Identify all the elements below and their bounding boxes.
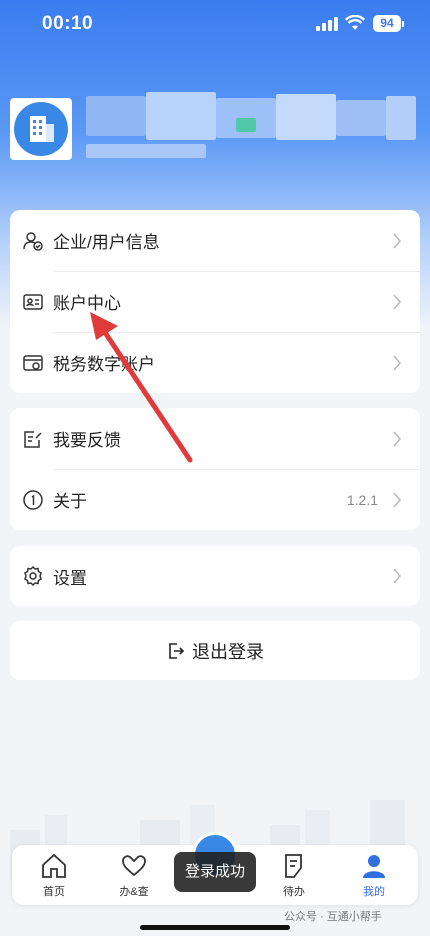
menu-item-account-center[interactable]: 账户中心 xyxy=(10,271,420,332)
tab-home[interactable]: 首页 xyxy=(24,851,84,899)
chevron-right-icon xyxy=(393,568,402,584)
support-menu-card: 我要反馈 关于 1.2.1 xyxy=(10,408,420,530)
company-avatar[interactable] xyxy=(10,98,72,160)
id-card-icon xyxy=(22,291,44,313)
info-icon xyxy=(22,489,44,511)
logout-icon xyxy=(169,642,185,659)
tab-todo[interactable]: 待办 xyxy=(264,851,324,899)
toast-message: 登录成功 xyxy=(174,852,256,892)
annotation-arrow xyxy=(90,312,193,463)
tab-label: 待办 xyxy=(283,886,305,898)
wifi-icon xyxy=(345,15,365,30)
user-check-icon xyxy=(22,230,44,252)
chevron-right-icon xyxy=(393,293,402,310)
logout-button[interactable]: 退出登录 xyxy=(10,621,420,680)
menu-item-label: 设置 xyxy=(53,568,87,588)
menu-item-user-info[interactable]: 企业/用户信息 xyxy=(10,210,420,271)
menu-item-settings[interactable]: 设置 xyxy=(10,546,420,606)
tab-label: 我的 xyxy=(363,886,385,898)
building-icon xyxy=(14,102,68,156)
blurred-company-name xyxy=(86,92,416,164)
feedback-edit-icon xyxy=(22,428,44,450)
chevron-right-icon xyxy=(393,232,402,249)
watermark: 公众号 · 互通小帮手 xyxy=(284,911,382,923)
heart-hands-icon xyxy=(122,855,146,877)
chevron-right-icon xyxy=(393,491,402,508)
tab-label: 办&查 xyxy=(119,886,149,898)
menu-item-tax-account[interactable]: 税务数字账户 xyxy=(10,332,420,393)
tab-label: 首页 xyxy=(43,886,65,898)
chevron-right-icon xyxy=(393,354,402,371)
app-version: 1.2.1 xyxy=(346,491,378,508)
battery-nub xyxy=(402,21,404,27)
account-menu-card: 企业/用户信息 账户中心 税务数字账户 xyxy=(10,210,420,393)
menu-item-label: 企业/用户信息 xyxy=(53,233,160,252)
tab-handle-query[interactable]: 办&查 xyxy=(104,851,164,899)
todo-list-icon xyxy=(285,854,302,878)
tab-mine[interactable]: 我的 xyxy=(344,851,404,899)
settings-menu-card: 设置 xyxy=(10,546,420,606)
home-icon xyxy=(42,853,66,878)
battery-indicator: 94 xyxy=(373,15,401,32)
menu-item-about[interactable]: 关于 1.2.1 xyxy=(10,469,420,530)
home-indicator[interactable] xyxy=(140,925,290,930)
tax-account-icon xyxy=(22,352,44,374)
menu-item-feedback[interactable]: 我要反馈 xyxy=(10,408,420,469)
status-bar: 00:10 94 xyxy=(0,0,430,50)
chevron-right-icon xyxy=(393,430,402,447)
menu-item-label: 关于 xyxy=(53,492,87,511)
gear-icon xyxy=(22,565,44,587)
cellular-signal-icon xyxy=(316,17,338,31)
status-time: 00:10 xyxy=(42,13,94,34)
logout-label: 退出登录 xyxy=(192,641,264,662)
profile-icon xyxy=(363,855,385,878)
